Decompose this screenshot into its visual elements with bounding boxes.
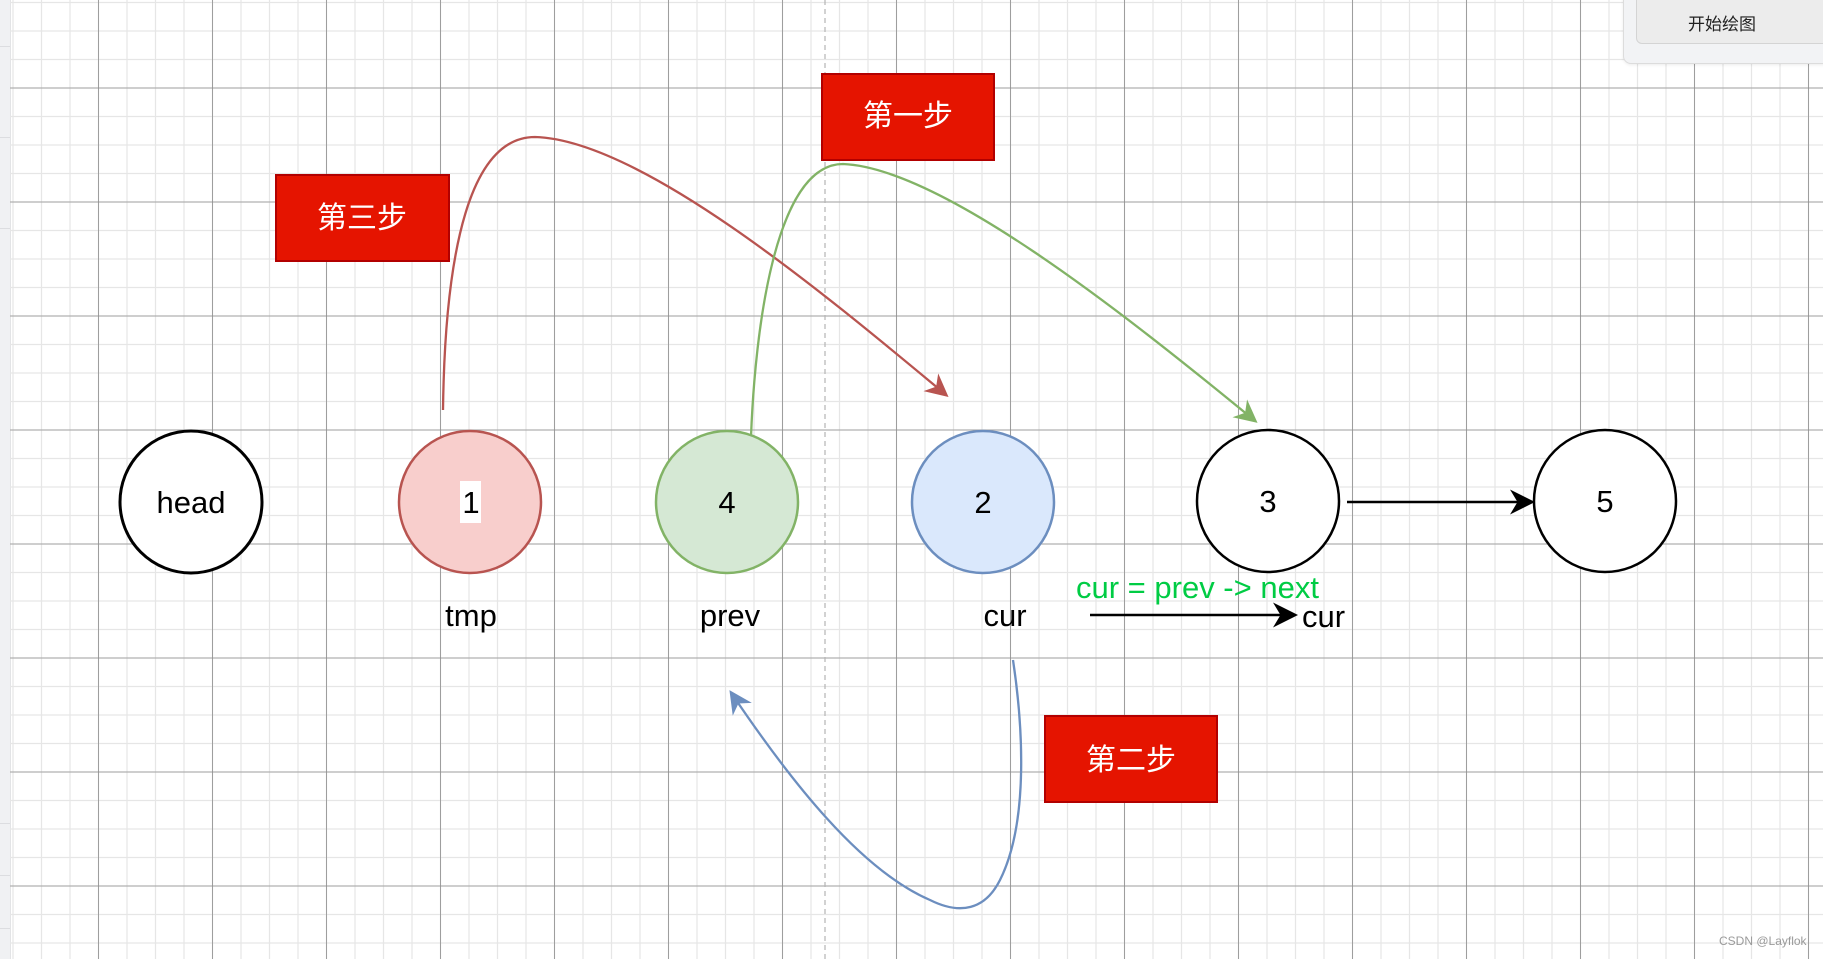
node-3[interactable]: 3 xyxy=(1195,428,1341,574)
node-2[interactable]: 2 xyxy=(910,429,1056,575)
node-1[interactable]: 1 xyxy=(397,429,543,575)
step3-label: 第三步 xyxy=(317,201,407,236)
node-4[interactable]: 4 xyxy=(654,429,800,575)
step3-red-arrow[interactable] xyxy=(441,135,949,411)
caption-prev[interactable]: prev xyxy=(700,598,761,633)
watermark: CSDN @Layflok xyxy=(1719,934,1807,948)
start-drawing-button[interactable]: 开始绘图 xyxy=(1636,0,1823,44)
step1-label: 第一步 xyxy=(863,99,953,134)
node-2-label: 2 xyxy=(974,485,991,520)
annotation-moved-cur[interactable]: cur xyxy=(1302,599,1345,634)
node-5-label: 5 xyxy=(1596,484,1613,519)
step1-green-arrow[interactable] xyxy=(749,162,1258,438)
node-5[interactable]: 5 xyxy=(1532,428,1678,574)
drawing-canvas[interactable]: head 1 4 2 3 5 tmp prev cur cur = prev -… xyxy=(0,0,1823,959)
node-1-label: 1 xyxy=(462,485,479,520)
caption-tmp[interactable]: tmp xyxy=(445,598,497,633)
step2-label: 第二步 xyxy=(1086,743,1176,778)
caption-cur[interactable]: cur xyxy=(983,598,1026,633)
step1-box[interactable]: 第一步 xyxy=(821,73,995,161)
step2-box[interactable]: 第二步 xyxy=(1044,715,1218,803)
node-4-label: 4 xyxy=(718,485,735,520)
node-head[interactable]: head xyxy=(118,429,264,575)
step2-blue-arrow[interactable] xyxy=(729,659,1023,910)
annotation-expression[interactable]: cur = prev -> next xyxy=(1076,570,1319,605)
node-3-label: 3 xyxy=(1259,484,1276,519)
step3-box[interactable]: 第三步 xyxy=(275,174,450,262)
node-head-label: head xyxy=(157,485,226,520)
